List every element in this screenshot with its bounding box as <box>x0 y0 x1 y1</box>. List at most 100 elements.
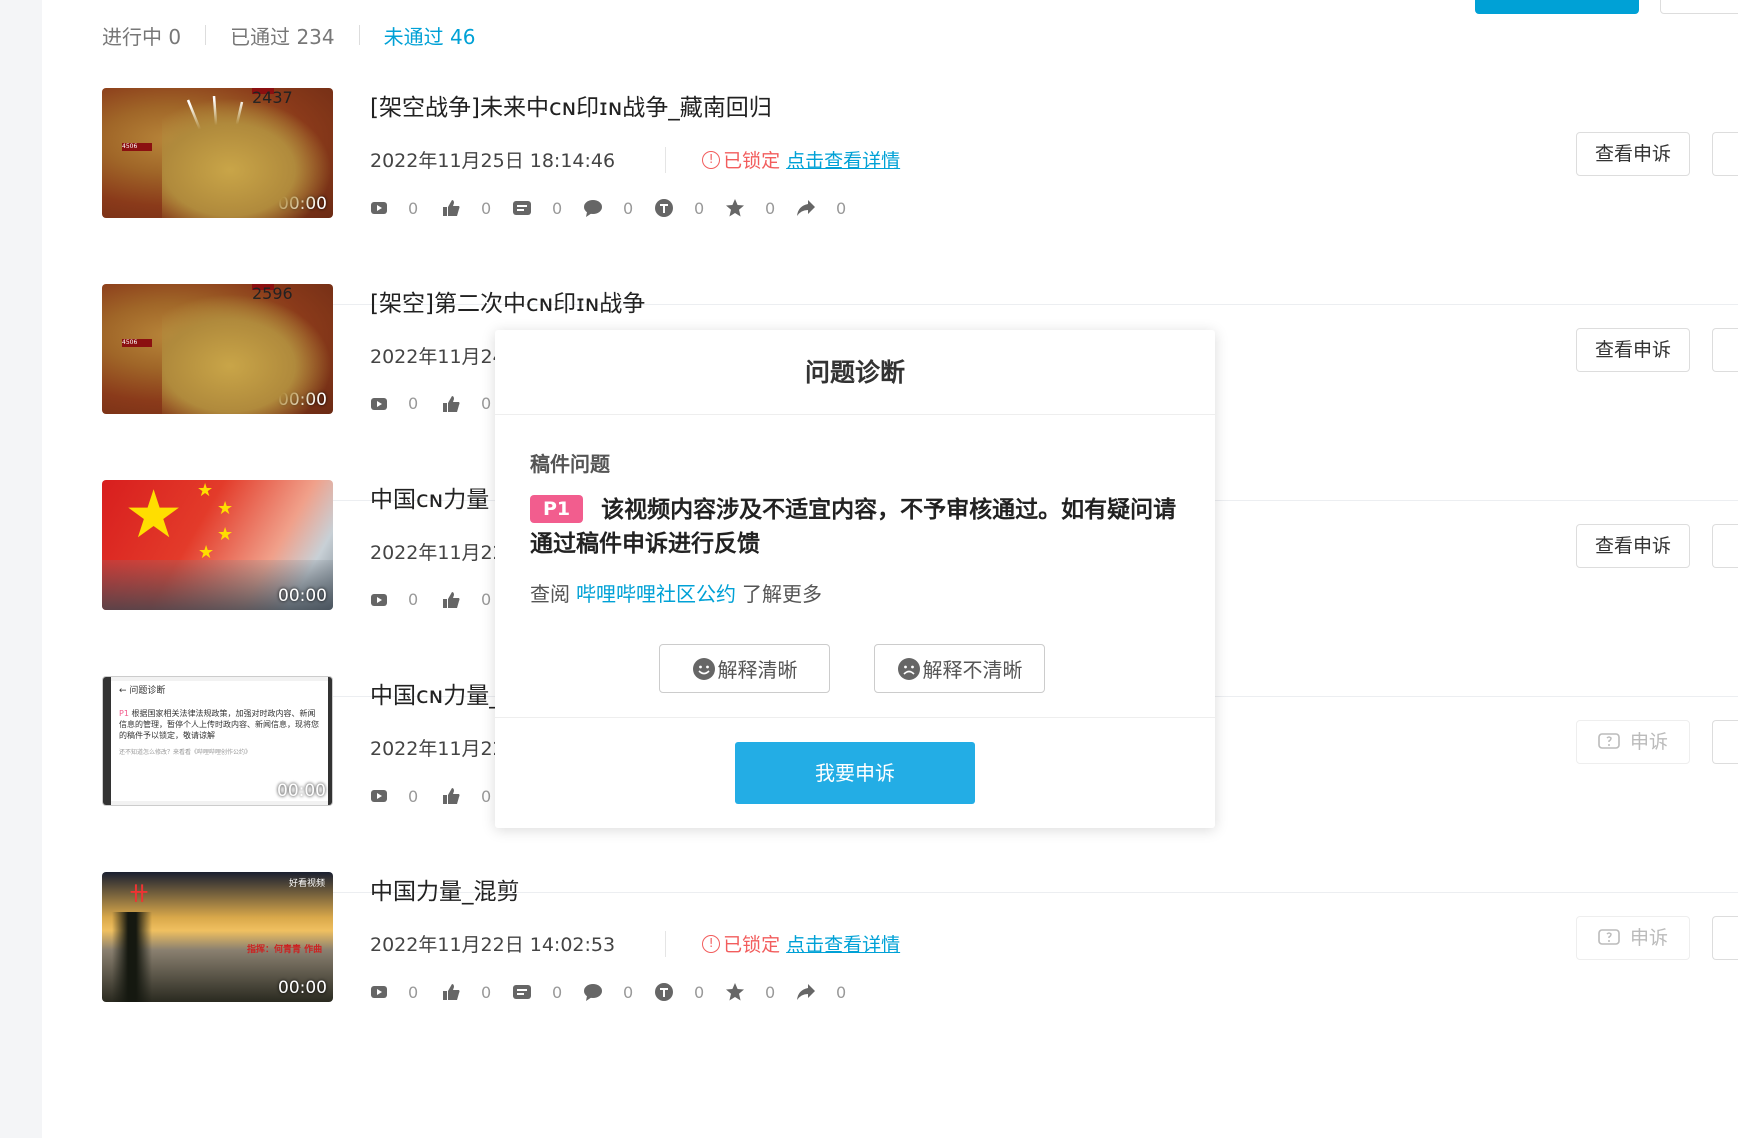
video-stats: 00 <box>370 590 512 609</box>
stat-value: 0 <box>552 198 563 218</box>
video-thumbnail[interactable]: 卄 好看视频 指挥：何青青 作曲 00:00 <box>102 872 333 1002</box>
video-date: 2022年11月22日 14:02:53 <box>370 934 616 956</box>
favorite-icon <box>726 199 744 217</box>
video-thumbnail[interactable]: ← 问题诊断 P1 根据国家相关法律法规政策，加强对时政内容、新闻信息的管理，暂… <box>102 676 333 806</box>
stat-item: 0 <box>370 786 441 806</box>
comment-icon <box>584 984 602 1001</box>
stat-item: 0 <box>796 982 867 1002</box>
stat-item: 0 <box>654 198 725 218</box>
stat-item: 0 <box>370 982 441 1002</box>
view-appeal-button[interactable]: 查看申诉 <box>1576 132 1690 176</box>
locked-status: ! 已锁定 <box>702 930 780 957</box>
more-button[interactable] <box>1712 524 1738 568</box>
video-meta: 2022年11月22 <box>370 734 505 761</box>
stat-value: 0 <box>552 982 563 1002</box>
locked-label: 已锁定 <box>723 150 781 172</box>
more-button[interactable] <box>1712 132 1738 176</box>
thumb-shot-badge: P1 <box>119 708 129 718</box>
video-meta: 2022年11月25日 18:14:46 ! 已锁定 点击查看详情 <box>370 146 900 173</box>
video-row: 卄 好看视频 指挥：何青青 作曲 00:00 中国力量_混剪 2022年11月2… <box>102 872 1738 1089</box>
appeal-label: 申诉 <box>1629 731 1668 753</box>
coin-icon <box>655 983 673 1001</box>
stat-value: 0 <box>481 394 492 413</box>
video-title[interactable]: [架空战争]未来中ᴄɴ印ɪɴ战争_藏南回归 <box>370 88 772 122</box>
play-count-icon <box>371 397 387 410</box>
view-appeal-button[interactable]: 查看申诉 <box>1576 328 1690 372</box>
map-label: 2437 <box>252 88 293 107</box>
stat-item: 0 <box>512 982 583 1002</box>
video-thumbnail[interactable]: 4506 2437 00:00 <box>102 88 333 218</box>
issue-text: 该视频内容涉及不适宜内容，不予审核通过。如有疑问请通过稿件申诉进行反馈 <box>530 497 1177 557</box>
stat-value: 0 <box>694 982 705 1002</box>
more-button[interactable] <box>1712 916 1738 960</box>
tab-rejected[interactable]: 未通过 46 <box>384 21 476 50</box>
video-title[interactable]: 中国ᴄɴ力量_ <box>370 676 501 710</box>
view-appeal-button[interactable]: 查看申诉 <box>1576 524 1690 568</box>
video-date: 2022年11月22 <box>370 542 505 564</box>
diagnosis-modal: 问题诊断 稿件问题 P1 该视频内容涉及不适宜内容，不予审核通过。如有疑问请通过稿… <box>495 330 1215 828</box>
video-duration: 00:00 <box>278 978 327 998</box>
like-icon <box>443 591 460 608</box>
like-icon <box>443 984 460 1000</box>
top-secondary-button[interactable] <box>1660 0 1738 14</box>
video-title[interactable]: [架空]第二次中ᴄɴ印ɪɴ战争 <box>370 284 645 318</box>
like-icon <box>443 788 460 804</box>
top-primary-button[interactable] <box>1475 0 1639 14</box>
tab-separator <box>358 25 360 45</box>
community-rules-link[interactable]: 哔哩哔哩社区公约 <box>576 582 736 606</box>
stat-item: 0 <box>441 982 512 1002</box>
stat-value: 0 <box>836 982 847 1002</box>
map-label: 4506 <box>122 339 152 347</box>
clear-explanation-button[interactable]: 解释清晰 <box>659 644 830 693</box>
more-button[interactable] <box>1712 720 1738 764</box>
stat-item: 0 <box>796 198 867 218</box>
stat-value: 0 <box>408 198 419 218</box>
stat-item: 0 <box>725 198 796 218</box>
appeal-icon <box>1598 929 1620 945</box>
danmaku-icon <box>513 201 531 215</box>
view-details-link[interactable]: 点击查看详情 <box>786 930 900 957</box>
map-label: 2596 <box>252 284 293 303</box>
thumb-shot-foot: 还不知道怎么修改？来看看《哔哩哔哩创作公约》 <box>119 749 252 757</box>
tab-separator <box>205 25 207 45</box>
video-title[interactable]: 中国力量_混剪 <box>370 872 520 906</box>
share-icon <box>797 200 815 216</box>
tab-passed[interactable]: 已通过 234 <box>230 21 335 50</box>
thumb-shot-body: 根据国家相关法律法规政策，加强对时政内容、新闻信息的管理，暂停个人上传时政内容、… <box>119 708 319 740</box>
video-stats: 0 0 0 0 0 0 0 <box>370 982 867 1002</box>
more-button[interactable] <box>1712 328 1738 372</box>
unclear-explanation-button[interactable]: 解释不清晰 <box>874 644 1045 693</box>
stat-item: 0 <box>654 982 725 1002</box>
thumb-edge <box>103 677 111 805</box>
modal-title: 问题诊断 <box>495 330 1215 415</box>
modal-divider <box>495 717 1215 718</box>
like-icon <box>443 200 460 216</box>
stat-value: 0 <box>694 198 705 218</box>
video-date: 2022年11月25日 18:14:46 <box>370 150 616 172</box>
appeal-button[interactable]: 申诉 <box>1576 916 1690 960</box>
video-title[interactable]: 中国ᴄɴ力量 <box>370 480 489 514</box>
locked-label: 已锁定 <box>723 934 781 956</box>
priority-badge: P1 <box>530 495 584 523</box>
video-meta: 2022年11月24 <box>370 342 505 369</box>
unclear-label: 解释不清晰 <box>922 658 1023 682</box>
video-duration: 00:00 <box>278 586 327 606</box>
stat-value: 0 <box>481 982 492 1002</box>
appeal-label: 申诉 <box>1629 927 1668 949</box>
modal-section-title: 稿件问题 <box>530 452 610 476</box>
tab-in-progress[interactable]: 进行中 0 <box>102 21 181 50</box>
clear-label: 解释清晰 <box>717 658 798 682</box>
play-count-icon <box>371 986 387 998</box>
issue-message: P1 该视频内容涉及不适宜内容，不予审核通过。如有疑问请通过稿件申诉进行反馈 <box>530 493 1190 561</box>
learn-more: 查阅 哔哩哔哩社区公约 了解更多 <box>530 578 822 607</box>
like-icon <box>443 395 460 412</box>
view-details-link[interactable]: 点击查看详情 <box>786 146 900 173</box>
stat-value: 0 <box>765 982 776 1002</box>
stat-item: 0 <box>725 982 796 1002</box>
video-thumbnail[interactable]: 4506 2596 00:00 <box>102 284 333 414</box>
video-thumbnail[interactable]: ★ ★ ★ ★ ★ 00:00 <box>102 480 333 610</box>
appeal-button[interactable]: 申诉 <box>1576 720 1690 764</box>
video-duration: 00:00 <box>277 781 326 801</box>
appeal-submit-button[interactable]: 我要申诉 <box>735 742 975 804</box>
appeal-icon <box>1598 733 1620 749</box>
